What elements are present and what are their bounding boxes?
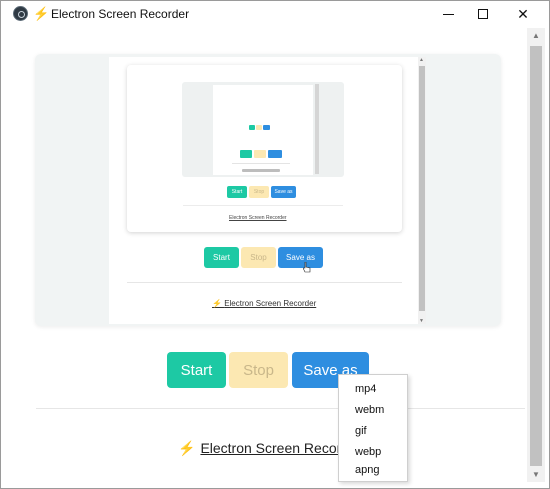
- save-format-menu: mp4 webm gif webp apng: [338, 374, 408, 482]
- tiny-stop-button: [254, 150, 266, 158]
- preview-scroll-down-icon: ▼: [419, 318, 424, 324]
- micro-start-button: [249, 125, 255, 130]
- menu-item-webp[interactable]: webp: [355, 442, 381, 462]
- nested-scrollbar: [315, 84, 319, 174]
- tiny-divider: [232, 163, 290, 164]
- preview-stop-button: Stop: [241, 247, 276, 268]
- menu-item-mp4[interactable]: mp4: [355, 379, 376, 399]
- stop-button[interactable]: Stop: [229, 352, 288, 388]
- hand-cursor-icon: [303, 262, 311, 273]
- title-bar: ⚡ Electron Screen Recorder ✕: [0, 0, 550, 28]
- app-logo-icon: [13, 6, 28, 21]
- preview-scrollbar-thumb: [419, 66, 425, 311]
- minimize-icon: [442, 13, 454, 15]
- maximize-button[interactable]: [463, 0, 503, 28]
- window-title: Electron Screen Recorder: [51, 7, 190, 21]
- nested-footer-link: Electron Screen Recorder: [229, 215, 287, 221]
- nested-start-button: Start: [227, 186, 247, 198]
- tiny-save-button: [268, 150, 282, 158]
- tiny-start-button: [240, 150, 252, 158]
- maximize-icon: [478, 9, 488, 19]
- tiny-footer: [242, 169, 280, 172]
- preview-start-button: Start: [204, 247, 239, 268]
- minimize-button[interactable]: [428, 0, 468, 28]
- window-scrollbar[interactable]: ▲ ▼: [527, 28, 545, 482]
- scroll-up-icon[interactable]: ▲: [532, 31, 540, 40]
- preview-scrollbar: ▲ ▼: [418, 57, 426, 324]
- scrollbar-thumb[interactable]: [530, 46, 542, 466]
- close-icon: ✕: [517, 5, 529, 22]
- micro-stop-button: [256, 125, 262, 130]
- preview-save-button: Save as: [278, 247, 323, 268]
- menu-item-webm[interactable]: webm: [355, 400, 384, 420]
- nested-divider: [183, 205, 343, 206]
- nested-save-button: Save as: [271, 186, 296, 198]
- nested-preview-inner: [213, 85, 313, 175]
- close-button[interactable]: ✕: [503, 0, 543, 28]
- micro-save-button: [263, 125, 270, 130]
- section-divider: [36, 408, 525, 409]
- start-button[interactable]: Start: [167, 352, 226, 388]
- lightning-bolt-icon: ⚡: [33, 6, 50, 21]
- nested-stop-button: Stop: [249, 186, 269, 198]
- menu-item-gif[interactable]: gif: [355, 421, 367, 441]
- preview-divider: [127, 282, 402, 283]
- scroll-down-icon[interactable]: ▼: [532, 470, 540, 479]
- preview-scroll-up-icon: ▲: [419, 57, 424, 63]
- footer-link[interactable]: ⚡ Electron Screen Recorder: [178, 440, 362, 457]
- lightning-bolt-icon: ⚡: [178, 440, 196, 456]
- menu-item-apng[interactable]: apng: [355, 460, 379, 480]
- preview-footer-link: ⚡ Electron Screen Recorder: [212, 299, 317, 308]
